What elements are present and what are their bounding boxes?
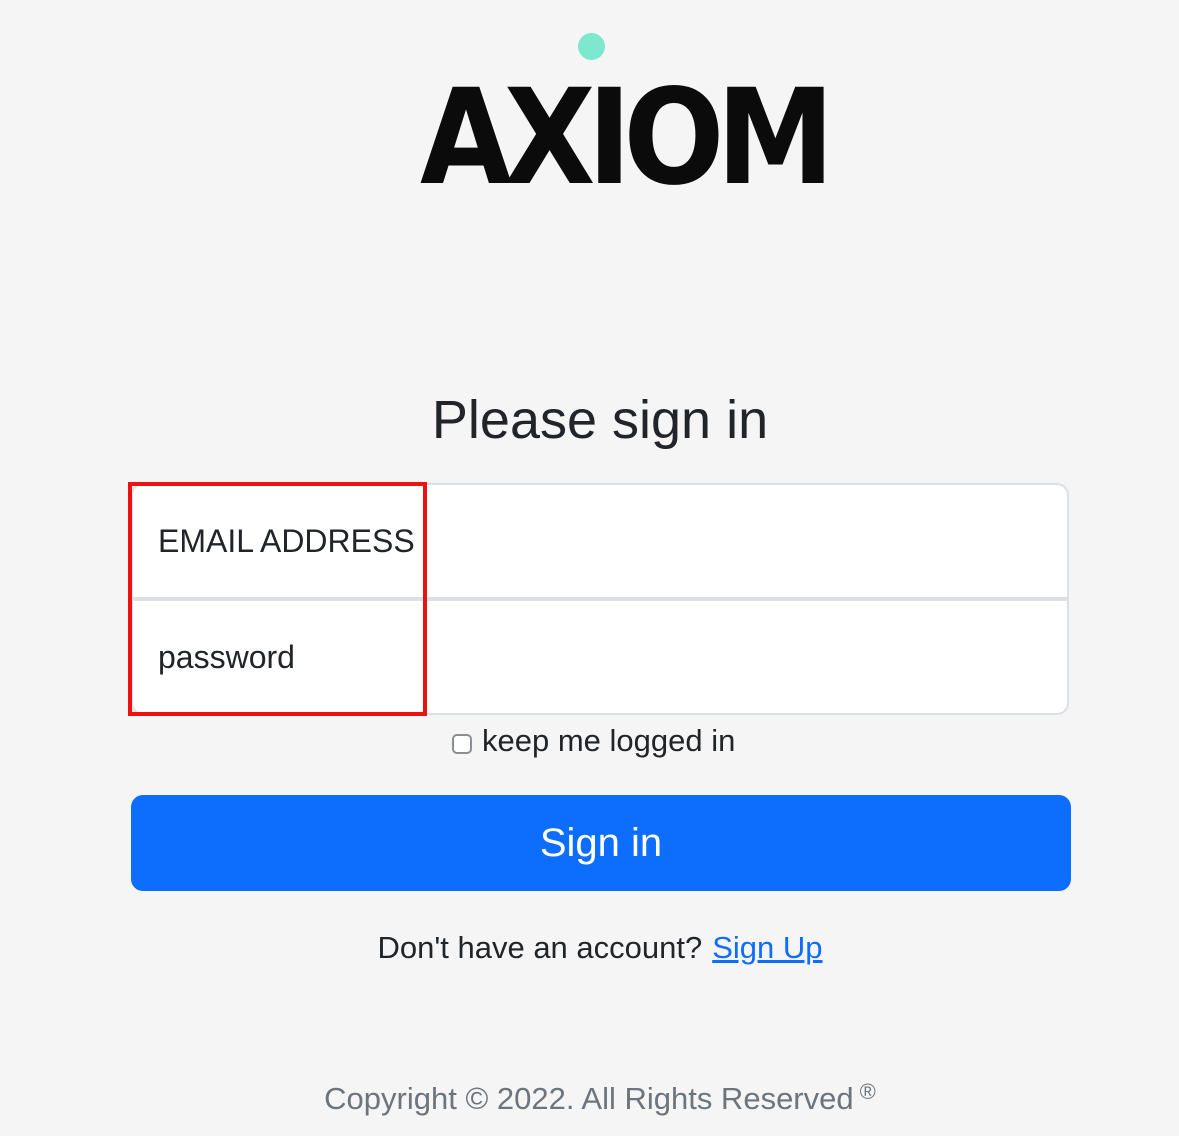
signup-prompt: Don't have an account? bbox=[377, 930, 703, 965]
signup-prompt-line: Don't have an account? Sign Up bbox=[0, 928, 1179, 968]
logo-dot bbox=[578, 33, 605, 60]
logo: AXIOM bbox=[420, 61, 835, 215]
copyright-footer: Copyright © 2022. All Rights Reserved ® bbox=[0, 1072, 1179, 1119]
remember-me-checkbox[interactable] bbox=[452, 734, 472, 754]
registered-mark: ® bbox=[859, 1079, 876, 1104]
sign-up-link[interactable]: Sign Up bbox=[712, 930, 822, 965]
password-field-wrapper bbox=[131, 599, 1069, 715]
copyright-text: Copyright © 2022. All Rights Reserved bbox=[324, 1081, 854, 1116]
email-field-wrapper bbox=[131, 483, 1069, 599]
remember-me-label: keep me logged in bbox=[482, 723, 736, 758]
remember-me[interactable]: keep me logged in bbox=[452, 722, 735, 760]
sign-in-button[interactable]: Sign in bbox=[131, 795, 1071, 891]
page-title: Please sign in bbox=[431, 390, 769, 450]
password-field[interactable] bbox=[133, 601, 1067, 713]
email-field[interactable] bbox=[133, 485, 1067, 597]
